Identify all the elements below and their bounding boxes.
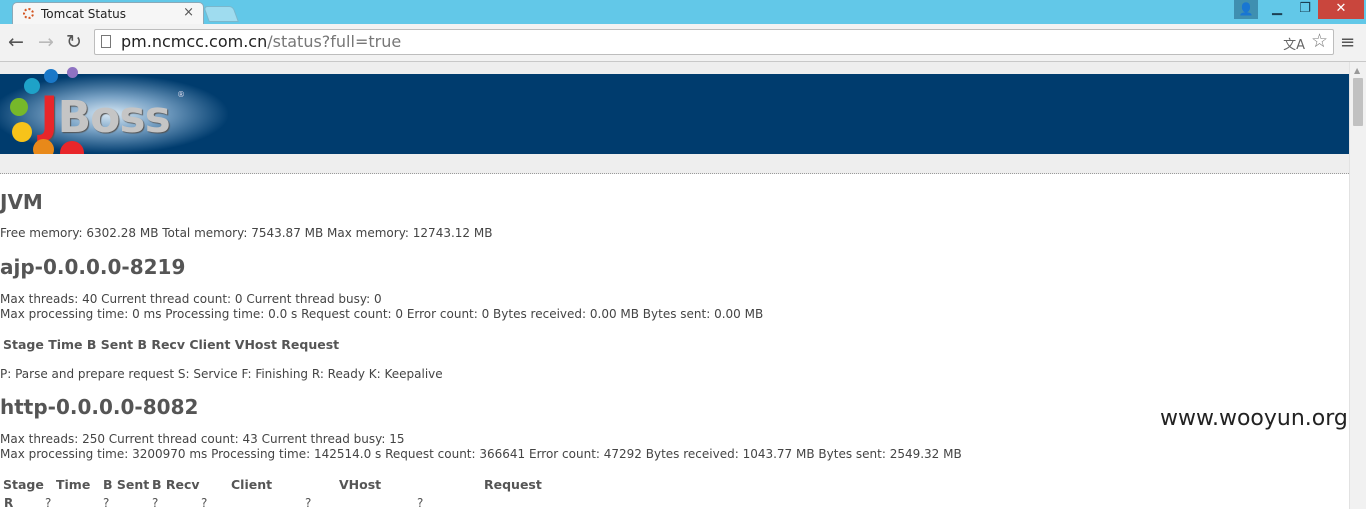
address-bar[interactable]: pm.ncmcc.com.cn/status?full=true 文A ☆: [94, 29, 1334, 55]
logo-dot-cyan: [24, 78, 40, 94]
jboss-logo: JBoss: [40, 86, 171, 144]
page-icon: [101, 35, 111, 48]
close-window-button[interactable]: ✕: [1318, 0, 1364, 19]
vertical-scrollbar[interactable]: ▲: [1349, 62, 1366, 509]
ajp-processing-info: Max processing time: 0 ms Processing tim…: [0, 307, 764, 321]
column-header-time: Time: [56, 477, 91, 492]
logo-dot-yellow: [12, 122, 32, 142]
section-heading-jvm: JVM: [0, 190, 43, 214]
header-banner: JBoss ®: [0, 74, 1349, 154]
logo-dot-purple: [67, 67, 78, 78]
row-cell-brecv: ?: [152, 496, 159, 509]
column-header-bsent: B Sent: [103, 477, 150, 492]
window-titlebar: Tomcat Status × 👤 ▁ ❐ ✕: [0, 0, 1366, 24]
user-profile-icon[interactable]: 👤: [1234, 0, 1258, 19]
page-header-strip: [0, 62, 1349, 74]
browser-tab[interactable]: Tomcat Status ×: [12, 2, 204, 24]
maximize-button[interactable]: ❐: [1291, 0, 1319, 19]
page-viewport: JBoss ® JVM Free memory: 6302.28 MB Tota…: [0, 62, 1349, 509]
watermark: www.wooyun.org: [1160, 406, 1348, 431]
forward-button[interactable]: →: [34, 30, 58, 54]
column-header-brecv: B Recv: [152, 477, 200, 492]
tab-close-icon[interactable]: ×: [183, 5, 194, 20]
http-thread-info: Max threads: 250 Current thread count: 4…: [0, 432, 405, 446]
row-cell-stage: R: [4, 496, 14, 509]
tab-title: Tomcat Status: [41, 7, 127, 21]
ajp-table-header: Stage Time B Sent B Recv Client VHost Re…: [3, 337, 340, 352]
minimize-button[interactable]: ▁: [1263, 0, 1291, 19]
section-heading-ajp: ajp-0.0.0.0-8219: [0, 255, 186, 279]
new-tab-button[interactable]: [203, 6, 239, 22]
scroll-up-arrow-icon[interactable]: ▲: [1354, 66, 1360, 75]
loading-spinner-icon: [23, 8, 34, 19]
row-cell-request: ?: [417, 496, 424, 509]
banner-divider: [0, 154, 1349, 174]
http-processing-info: Max processing time: 3200970 ms Processi…: [0, 447, 962, 461]
browser-toolbar: ← → ↻ pm.ncmcc.com.cn/status?full=true 文…: [0, 24, 1366, 62]
column-header-request: Request: [484, 477, 542, 492]
translate-icon[interactable]: 文A: [1283, 34, 1305, 53]
logo-dot-blue: [44, 69, 58, 83]
row-cell-time: ?: [45, 496, 52, 509]
column-header-client: Client: [231, 477, 273, 492]
scroll-thumb[interactable]: [1353, 78, 1363, 126]
stage-legend: P: Parse and prepare request S: Service …: [0, 367, 443, 381]
bookmark-star-icon[interactable]: ☆: [1311, 30, 1328, 52]
row-cell-bsent: ?: [103, 496, 110, 509]
registered-mark: ®: [177, 90, 185, 99]
url-host: pm.ncmcc.com.cn: [121, 32, 268, 51]
logo-dot-green: [10, 98, 28, 116]
column-header-stage: Stage: [3, 477, 44, 492]
url-text[interactable]: pm.ncmcc.com.cn/status?full=true: [121, 32, 401, 51]
row-cell-client: ?: [201, 496, 208, 509]
back-button[interactable]: ←: [4, 30, 28, 54]
url-path: /status?full=true: [267, 32, 402, 51]
section-heading-http: http-0.0.0.0-8082: [0, 395, 199, 419]
ajp-thread-info: Max threads: 40 Current thread count: 0 …: [0, 292, 382, 306]
jvm-memory-info: Free memory: 6302.28 MB Total memory: 75…: [0, 226, 493, 240]
row-cell-vhost: ?: [305, 496, 312, 509]
column-header-vhost: VHost: [339, 477, 382, 492]
browser-menu-icon[interactable]: ≡: [1340, 32, 1355, 53]
reload-button[interactable]: ↻: [62, 30, 86, 54]
